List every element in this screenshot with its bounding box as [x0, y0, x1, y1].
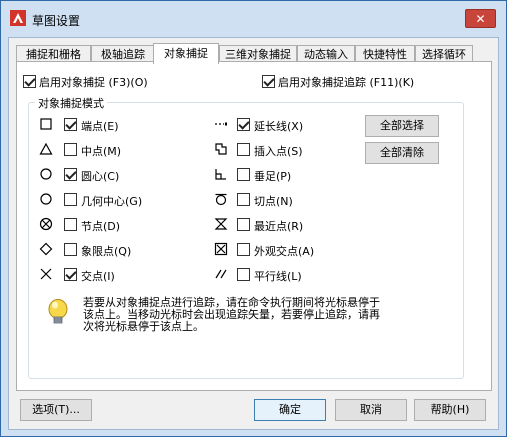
parallel-icon — [215, 269, 227, 279]
tangent-checkbox[interactable] — [237, 193, 250, 206]
apparent-intersection-checkbox[interactable] — [237, 243, 250, 256]
perpendicular-label: 垂足(P) — [254, 170, 292, 183]
perpendicular-checkbox[interactable] — [237, 168, 250, 181]
lightbulb-icon — [48, 299, 68, 324]
select-all-button[interactable]: 全部选择 — [365, 115, 439, 137]
circle-center-icon — [40, 168, 52, 180]
title-bar[interactable]: 草图设置 ✕ — [1, 1, 506, 37]
clear-all-button[interactable]: 全部清除 — [365, 142, 439, 164]
cancel-button[interactable]: 取消 — [335, 399, 407, 421]
nearest-checkbox[interactable] — [237, 218, 250, 231]
nearest-icon — [214, 218, 228, 230]
options-button[interactable]: 选项(T)... — [20, 399, 92, 421]
geometric-center-label: 几何中心(G) — [81, 195, 143, 208]
circle-geometric-center-icon — [40, 193, 52, 205]
endpoint-checkbox[interactable] — [64, 118, 77, 131]
osnap-modes-title: 对象捕捉模式 — [35, 95, 107, 111]
endpoint-label: 端点(E) — [81, 120, 119, 133]
enable-osnap-checkbox[interactable] — [23, 75, 36, 88]
insertion-label: 插入点(S) — [254, 145, 303, 158]
midpoint-checkbox[interactable] — [64, 143, 77, 156]
quadrant-checkbox[interactable] — [64, 243, 77, 256]
enable-tracking-checkbox[interactable] — [262, 75, 275, 88]
insertion-checkbox[interactable] — [237, 143, 250, 156]
extension-label: 延长线(X) — [254, 120, 304, 133]
window-title: 草图设置 — [32, 14, 81, 28]
quadrant-label: 象限点(Q) — [81, 245, 132, 258]
info-line-3: 次将光标悬停于该点上。 — [83, 320, 204, 333]
nearest-label: 最近点(R) — [254, 220, 304, 233]
extension-checkbox[interactable] — [237, 118, 250, 131]
perpendicular-icon — [215, 169, 226, 180]
node-label: 节点(D) — [81, 220, 121, 233]
parallel-checkbox[interactable] — [237, 268, 250, 281]
apparent-intersection-label: 外观交点(A) — [254, 245, 315, 258]
diamond-quadrant-icon — [39, 242, 53, 256]
ok-button[interactable]: 确定 — [254, 399, 326, 421]
apparent-intersection-icon — [214, 242, 228, 256]
autocad-logo-icon — [10, 10, 26, 26]
square-endpoint-icon — [40, 118, 52, 130]
dialog-client: 捕捉和栅格 极轴追踪 对象捕捉 三维对象捕捉 动态输入 快捷特性 选择循环 启用… — [8, 37, 499, 430]
parallel-label: 平行线(L) — [254, 270, 302, 283]
tangent-label: 切点(N) — [254, 195, 293, 208]
intersection-label: 交点(I) — [81, 270, 115, 283]
dialog-window: 草图设置 ✕ 捕捉和栅格 极轴追踪 对象捕捉 三维对象捕捉 动态输入 快捷特性 … — [0, 0, 507, 437]
x-intersection-icon — [40, 268, 52, 280]
enable-tracking-label: 启用对象捕捉追踪 (F11)(K) — [278, 76, 415, 89]
node-checkbox[interactable] — [64, 218, 77, 231]
tab-object-snap[interactable]: 对象捕捉 — [153, 43, 219, 64]
close-button[interactable]: ✕ — [465, 9, 496, 28]
object-snap-panel: 启用对象捕捉 (F3)(O) 启用对象捕捉追踪 (F11)(K) 对象捕捉模式 … — [16, 61, 492, 391]
insertion-icon — [215, 143, 227, 155]
center-label: 圆心(C) — [81, 170, 120, 183]
extension-icon — [215, 122, 227, 126]
triangle-midpoint-icon — [39, 142, 53, 155]
center-checkbox[interactable] — [64, 168, 77, 181]
tangent-icon — [215, 193, 227, 206]
geometric-center-checkbox[interactable] — [64, 193, 77, 206]
tracking-info-text: 若要从对象捕捉点进行追踪，请在命令执行期间将光标悬停于 该点上。当移动光标时会出… — [83, 297, 413, 333]
intersection-checkbox[interactable] — [64, 268, 77, 281]
close-icon: ✕ — [475, 12, 486, 26]
midpoint-label: 中点(M) — [81, 145, 122, 158]
node-icon — [39, 217, 53, 231]
help-button[interactable]: 帮助(H) — [414, 399, 486, 421]
enable-osnap-label: 启用对象捕捉 (F3)(O) — [39, 76, 148, 89]
